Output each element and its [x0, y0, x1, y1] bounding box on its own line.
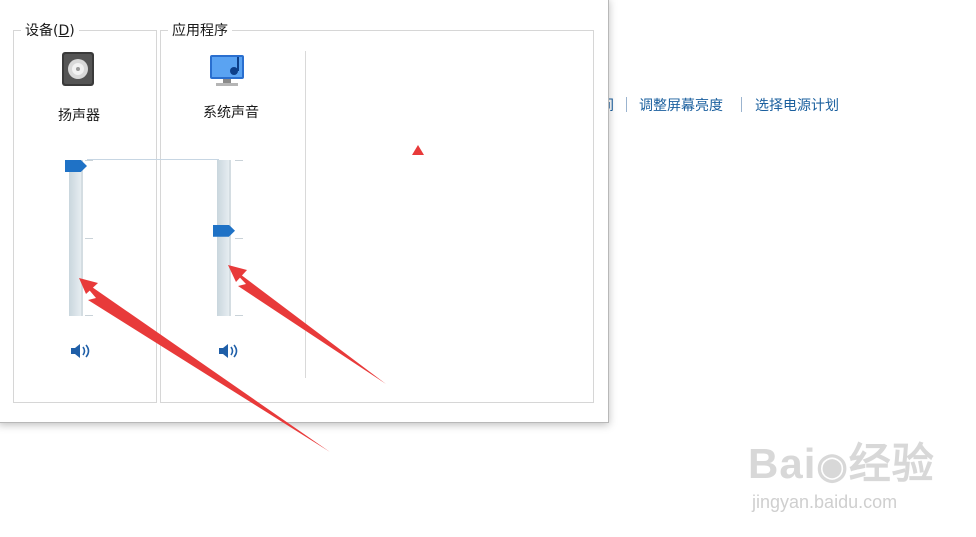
- system-sounds-name: 系统声音: [203, 105, 259, 121]
- baidu-watermark-logo: Bai◉经验: [748, 440, 935, 487]
- tick-mark: [235, 315, 243, 316]
- tick-mark: [85, 315, 93, 316]
- adjust-brightness-link[interactable]: 调整屏幕亮度: [639, 95, 723, 115]
- volume-mixer-window: 设备(D) 应用程序 扬声器 系统声音: [0, 0, 609, 423]
- speaker-volume-icon: [219, 344, 238, 358]
- tick-mark: [235, 238, 243, 239]
- tick-mark: [235, 160, 243, 161]
- monitor-music-icon[interactable]: [208, 53, 250, 93]
- speaker-volume-track[interactable]: [69, 160, 83, 316]
- choose-power-plan-link[interactable]: 选择电源计划: [755, 95, 839, 115]
- slider-link-line: [87, 159, 219, 160]
- system-sounds-mute-button[interactable]: [218, 342, 240, 360]
- tick-mark: [85, 160, 93, 161]
- speaker-device-name: 扬声器: [58, 108, 100, 124]
- system-sounds-volume-track[interactable]: [217, 160, 231, 316]
- tick-mark: [85, 238, 93, 239]
- app-column-divider: [305, 51, 306, 378]
- baidu-watermark-url: jingyan.baidu.com: [752, 492, 898, 512]
- devices-group-label: 设备(D): [21, 20, 79, 40]
- speaker-volume-icon: [71, 344, 90, 358]
- applications-group-label: 应用程序: [168, 20, 232, 40]
- speaker-box-icon[interactable]: [61, 51, 95, 91]
- speaker-mute-button[interactable]: [70, 342, 92, 360]
- link-separator: [741, 97, 742, 112]
- link-separator: [626, 97, 627, 112]
